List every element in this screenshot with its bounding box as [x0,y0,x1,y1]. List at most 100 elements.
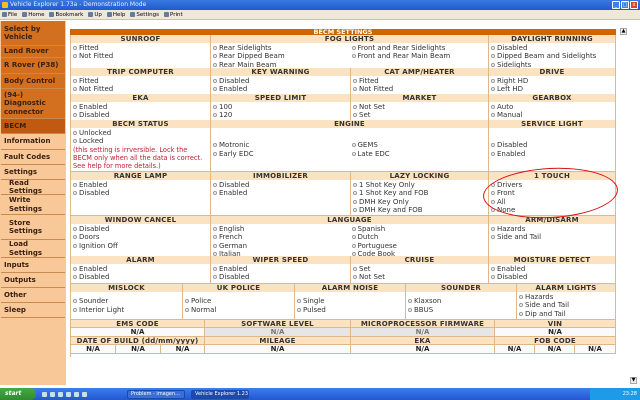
sidebar-item-write-settings[interactable]: Write Settings [1,195,65,215]
option-rear-dipped-beam[interactable]: Rear Dipped Beam [213,52,348,60]
option-motronic[interactable]: Motronic [213,141,348,149]
option-disabled[interactable]: Disabled [491,141,613,149]
quicklaunch-icon[interactable] [42,391,47,397]
radio-button[interactable] [213,275,217,280]
radio-button[interactable] [491,227,495,232]
radio-button[interactable] [213,151,217,156]
option-disabled[interactable]: Disabled [491,273,613,281]
option-right-hd[interactable]: Right HD [491,77,613,85]
sidebar-item-store-settings[interactable]: Store Settings [1,215,65,240]
option-1-shot-key-only[interactable]: 1 Shot Key Only [353,181,486,189]
option-disabled[interactable]: Disabled [73,273,208,281]
radio-button[interactable] [73,113,77,118]
option-not-fitted[interactable]: Not Fitted [73,52,208,60]
option-disabled[interactable]: Disabled [73,111,208,119]
option-dmh-key-and-fob[interactable]: DMH Key and FOB [353,206,486,214]
radio-button[interactable] [353,275,357,280]
radio-button[interactable] [185,299,189,304]
toolbar-file-button[interactable]: File [2,12,17,18]
sidebar-item-load-settings[interactable]: Load Settings [1,240,65,258]
minimize-button[interactable]: _ [612,1,620,9]
option-not-fitted[interactable]: Not Fitted [353,85,486,93]
radio-button[interactable] [351,235,356,240]
radio-button[interactable] [213,267,217,272]
option-not-fitted[interactable]: Not Fitted [73,85,208,93]
maximize-button[interactable]: □ [621,1,629,9]
radio-button[interactable] [491,199,495,204]
option-fitted[interactable]: Fitted [353,77,486,85]
radio-button[interactable] [73,243,77,248]
option-enabled[interactable]: Enabled [213,85,348,93]
radio-button[interactable] [213,243,217,248]
option-early-edc[interactable]: Early EDC [213,150,348,158]
radio-button[interactable] [519,303,523,308]
option-none[interactable]: None [491,206,613,214]
option-front-and-rear-sidelights[interactable]: Front and Rear Sidelights [351,44,487,52]
radio-button[interactable] [491,46,495,51]
radio-button[interactable] [491,79,495,84]
option-fitted[interactable]: Fitted [73,44,208,52]
option-sounder[interactable]: Sounder [73,297,180,305]
sidebar-item-sleep[interactable]: Sleep [1,303,65,318]
radio-button[interactable] [213,235,217,240]
radio-button[interactable] [351,54,356,59]
radio-button[interactable] [73,267,77,272]
option-enabled[interactable]: Enabled [73,181,208,189]
sidebar-item-body-control[interactable]: Body Control [1,74,65,89]
radio-button[interactable] [351,227,356,232]
radio-button[interactable] [353,267,357,272]
option-dutch[interactable]: Dutch [351,233,487,241]
radio-button[interactable] [185,307,189,312]
option-disabled[interactable]: Disabled [73,189,208,197]
option-not-set[interactable]: Not Set [353,103,486,111]
radio-button[interactable] [353,87,357,92]
sidebar-item-land-rover[interactable]: Land Rover [1,46,65,58]
option-gems[interactable]: GEMS [351,141,487,149]
radio-button[interactable] [213,46,217,51]
option-disabled[interactable]: Disabled [213,273,348,281]
option-portuguese[interactable]: Portuguese [351,242,487,250]
sidebar-item-r-rover-p38[interactable]: R Rover (P38) [1,58,65,74]
sidebar-item-inputs[interactable]: Inputs [1,258,65,273]
option-french[interactable]: French [213,233,348,241]
radio-button[interactable] [491,235,495,240]
radio-button[interactable] [213,54,217,59]
option-all[interactable]: All [491,198,613,206]
option-enabled[interactable]: Enabled [213,265,348,273]
radio-button[interactable] [73,191,77,196]
option-set[interactable]: Set [353,111,486,119]
radio-button[interactable] [213,191,217,196]
radio-button[interactable] [213,113,217,118]
scroll-up-button[interactable]: ▲ [620,28,627,35]
option-120[interactable]: 120 [213,111,348,119]
radio-button[interactable] [297,307,301,312]
radio-button[interactable] [73,87,77,92]
radio-button[interactable] [73,275,77,280]
option-fitted[interactable]: Fitted [73,77,208,85]
radio-button[interactable] [73,299,77,304]
taskbar-item[interactable]: Problem - imagen... [127,389,185,399]
sidebar-item-fault-codes[interactable]: Fault Codes [1,150,65,165]
radio-button[interactable] [519,311,523,316]
option-dipped-beam-and-sidelights[interactable]: Dipped Beam and Sidelights [491,52,613,60]
option-front-and-rear-main-beam[interactable]: Front and Rear Main Beam [351,52,487,60]
option-klaxson[interactable]: Klaxson [408,297,514,305]
radio-button[interactable] [353,79,357,84]
option-left-hd[interactable]: Left HD [491,85,613,93]
sidebar-item-becm[interactable]: BECM [1,119,65,134]
option-front[interactable]: Front [491,189,613,197]
radio-button[interactable] [519,295,523,300]
option-german[interactable]: German [213,242,348,250]
radio-button[interactable] [491,183,495,188]
radio-button[interactable] [351,46,356,51]
radio-button[interactable] [408,299,412,304]
radio-button[interactable] [353,105,357,110]
radio-button[interactable] [73,227,77,232]
radio-button[interactable] [491,54,495,59]
toolbar-help-button[interactable]: Help [106,12,125,18]
option-auto[interactable]: Auto [491,103,613,111]
option-disabled[interactable]: Disabled [213,181,348,189]
option-hazards[interactable]: Hazards [519,293,613,301]
radio-button[interactable] [491,275,495,280]
close-button[interactable]: x [630,1,638,9]
